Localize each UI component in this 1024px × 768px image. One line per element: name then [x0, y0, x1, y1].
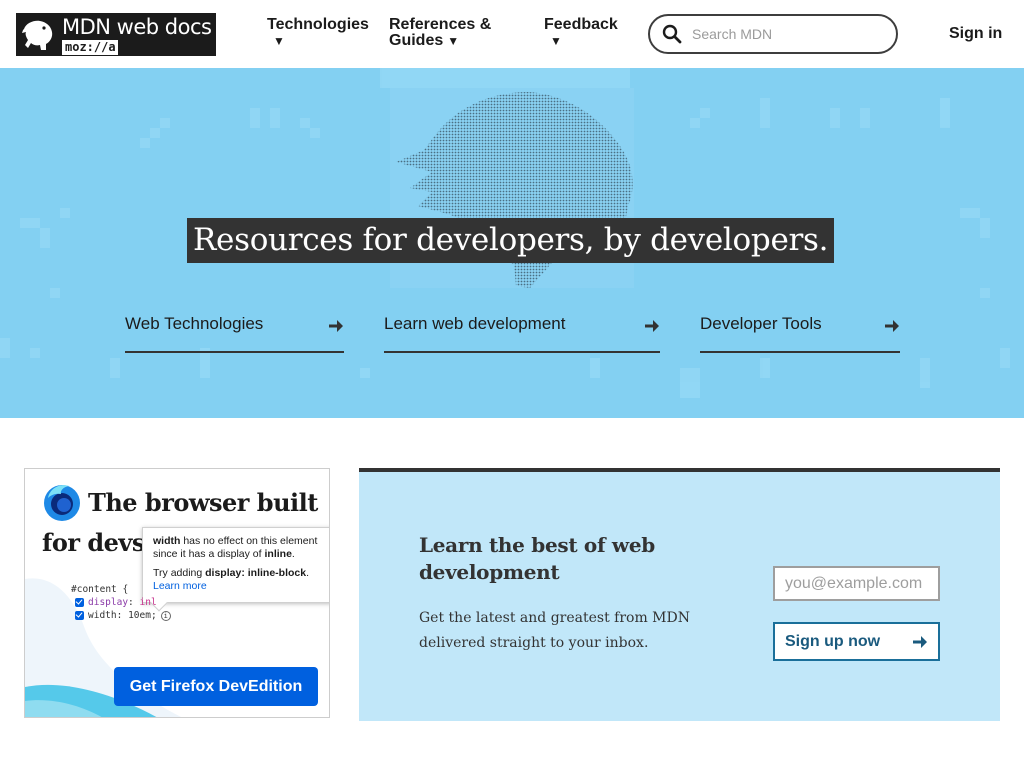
search-input[interactable] [692, 26, 882, 42]
nav-technologies-label: Technologies [267, 16, 369, 33]
site-header: MDN web docs moz://a Technologies ▼ Refe… [0, 0, 1024, 68]
search-icon [662, 24, 682, 44]
hero-link-label: Developer Tools [700, 314, 822, 333]
nav-references-label: References & [389, 16, 492, 33]
mdn-logo[interactable]: MDN web docs moz://a [16, 13, 216, 56]
nav-references-guides[interactable]: References & Guides ▼ [389, 17, 491, 49]
hero-link-developer-tools[interactable]: Developer Tools [700, 314, 900, 353]
info-icon[interactable]: i [160, 610, 171, 621]
arrow-right-icon [329, 320, 343, 332]
hero-banner: Resources for developers, by developers.… [0, 68, 1024, 418]
get-firefox-devedition-button[interactable]: Get Firefox DevEdition [114, 667, 318, 706]
chevron-down-icon: ▼ [447, 34, 460, 48]
code-selector: #content { [71, 584, 129, 595]
arrow-right-icon [885, 320, 899, 332]
hero-title: Resources for developers, by developers. [187, 218, 835, 263]
sign-in-link[interactable]: Sign in [949, 25, 1002, 43]
hero-link-label: Learn web development [384, 314, 566, 333]
chevron-down-icon: ▼ [550, 34, 562, 48]
chevron-down-icon: ▼ [273, 34, 285, 48]
mdn-dino-icon [16, 13, 60, 56]
newsletter-signup: Learn the best of web development Get th… [359, 468, 1000, 721]
firefox-devedition-promo[interactable]: The browser built for devs width has no … [24, 468, 330, 718]
sign-up-button[interactable]: Sign up now [773, 622, 940, 661]
tooltip-line-1: width has no effect on this element sinc… [153, 535, 318, 560]
tooltip-learn-more-link[interactable]: Learn more [153, 580, 321, 593]
tooltip-line-2: Try adding display: inline-block. [153, 567, 309, 579]
hero-link-web-technologies[interactable]: Web Technologies [125, 314, 344, 353]
code-row-width: width: 10em; i [71, 609, 171, 622]
css-code-snippet: #content { display: inl width: 10em; i [71, 583, 171, 622]
checkbox-checked-icon[interactable] [75, 611, 84, 620]
hero-link-learn-web-development[interactable]: Learn web development [384, 314, 660, 353]
arrow-right-icon [913, 635, 927, 648]
checkbox-checked-icon[interactable] [75, 598, 84, 607]
nav-feedback-label: Feedback [544, 16, 618, 33]
arrow-right-icon [645, 320, 659, 332]
email-field[interactable] [773, 566, 940, 601]
mozilla-wordmark: moz://a [62, 39, 118, 55]
nav-technologies[interactable]: Technologies ▼ [267, 17, 369, 49]
code-row-display: display: inl [71, 596, 171, 609]
nav-guides-label: Guides [389, 32, 444, 49]
search-box[interactable] [648, 14, 898, 54]
nav-feedback[interactable]: Feedback ▼ [544, 17, 618, 49]
sign-up-label: Sign up now [785, 632, 881, 650]
logo-title: MDN web docs [62, 14, 212, 39]
newsletter-description: Get the latest and greatest from MDN del… [419, 610, 690, 651]
newsletter-title: Learn the best of web development [419, 533, 655, 584]
hero-link-label: Web Technologies [125, 314, 264, 333]
